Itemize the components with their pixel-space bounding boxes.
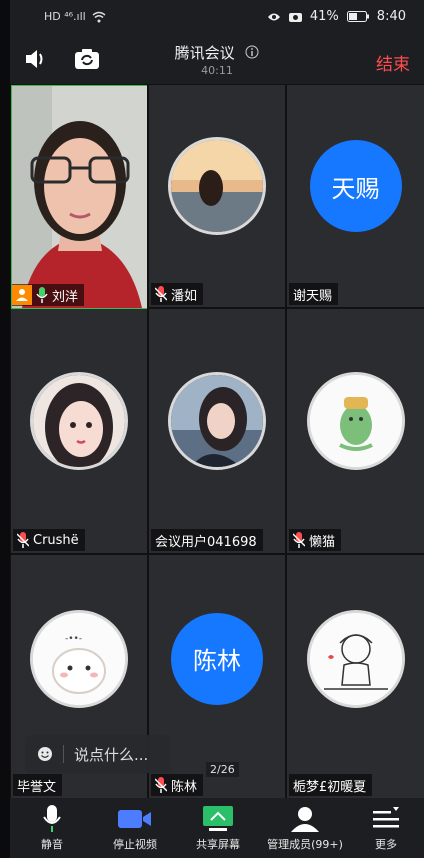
participant-name-tag: 懒猫 <box>289 529 342 551</box>
status-bar: HD ⁴⁶.ıll 41% 8:40 <box>10 0 424 36</box>
participant-name-tag: Crushë <box>13 529 85 551</box>
participant-name: 栀梦£初暖夏 <box>293 779 367 795</box>
participant-name: 潘如 <box>171 288 198 304</box>
clock: 8:40 <box>376 9 406 24</box>
grid-divider <box>285 84 287 798</box>
page-indicator: 2/26 <box>206 762 239 777</box>
participant-tile[interactable]: 天赐 谢天赐 <box>287 85 424 307</box>
meeting-screen: HD ⁴⁶.ıll 41% 8:40 腾讯会议 40:11 结束 刘洋 潘如 天… <box>10 0 424 858</box>
participant-name: Crushë <box>33 532 79 548</box>
participant-tile[interactable]: 会议用户041698 <box>149 309 285 553</box>
end-meeting-button[interactable]: 结束 <box>376 50 410 75</box>
mute-label: 静音 <box>41 838 63 851</box>
camera-status-icon <box>288 13 302 22</box>
participant-name: 刘洋 <box>52 289 79 305</box>
meeting-toolbar: 静音 停止视频 共享屏幕 管理成员(99+) 更多 <box>10 798 424 858</box>
mic-muted-icon <box>155 777 167 793</box>
participant-name-tag: 刘洋 <box>12 284 85 306</box>
more-button[interactable]: 更多 <box>368 804 404 852</box>
meeting-title: 腾讯会议 <box>174 44 235 62</box>
signal-indicator: HD ⁴⁶.ıll <box>44 10 86 23</box>
grid-divider <box>147 84 149 798</box>
participant-tile[interactable]: 懒猫 <box>287 309 424 553</box>
participant-name: 谢天赐 <box>293 288 333 304</box>
participant-initials-avatar: 天赐 <box>309 140 402 232</box>
chat-input[interactable]: 说点什么... <box>25 735 170 773</box>
share-screen-button[interactable]: 共享屏幕 <box>194 804 242 852</box>
participant-tile[interactable]: Crushë <box>11 309 147 553</box>
participant-avatar <box>30 372 128 470</box>
more-label: 更多 <box>375 838 397 851</box>
manage-members-button[interactable]: 管理成员(99+) <box>263 804 347 852</box>
manage-members-label: 管理成员(99+) <box>267 838 343 851</box>
host-badge-icon <box>12 285 32 305</box>
participant-name-tag: 毕誉文 <box>13 774 63 796</box>
system-status: 41% 8:40 <box>267 9 406 24</box>
participant-name-tag: 潘如 <box>151 283 204 305</box>
participant-name-tag: 栀梦£初暖夏 <box>289 774 373 796</box>
share-screen-icon <box>203 806 233 831</box>
video-camera-icon <box>118 810 151 828</box>
participant-tile[interactable]: 潘如 <box>149 85 285 307</box>
chat-divider <box>63 745 64 763</box>
participant-tile-video[interactable]: 刘洋 <box>11 85 149 309</box>
participant-initials-avatar: 陈林 <box>171 612 263 705</box>
info-icon[interactable] <box>245 45 259 59</box>
share-screen-label: 共享屏幕 <box>196 838 240 851</box>
meeting-header: 腾讯会议 40:11 结束 <box>10 36 424 84</box>
participant-name-tag: 谢天赐 <box>289 283 339 305</box>
meeting-duration: 40:11 <box>201 64 233 77</box>
mic-muted-icon <box>17 532 29 548</box>
mic-on-icon <box>36 287 48 303</box>
participant-tile[interactable]: 栀梦£初暖夏 <box>287 555 424 798</box>
stop-video-label: 停止视频 <box>113 838 157 851</box>
svg-text:-••-: -••- <box>65 634 82 644</box>
participant-name-tag: 会议用户041698 <box>151 529 263 551</box>
battery-icon <box>346 11 369 22</box>
participant-name: 陈林 <box>171 779 198 795</box>
participant-avatar <box>168 372 266 470</box>
mic-muted-icon <box>293 532 305 548</box>
participant-name: 毕誉文 <box>17 779 57 795</box>
members-icon <box>291 807 319 832</box>
mute-button[interactable]: 静音 <box>34 804 70 852</box>
eye-icon <box>267 13 280 20</box>
avatar-initials: 天赐 <box>331 174 380 203</box>
participant-grid: 刘洋 潘如 天赐 谢天赐 Crushë 会议用户041698 懒猫 -••- 毕… <box>10 84 424 798</box>
participant-name: 懒猫 <box>309 534 336 550</box>
microphone-icon <box>43 805 61 832</box>
participant-video <box>12 86 148 308</box>
wifi-icon <box>92 11 106 22</box>
participant-name: 会议用户041698 <box>155 534 257 550</box>
participant-avatar <box>168 137 266 235</box>
battery-percent: 41% <box>309 9 339 24</box>
participant-avatar <box>306 609 405 708</box>
mic-muted-icon <box>155 286 167 302</box>
avatar-initials: 陈林 <box>193 647 241 675</box>
participant-avatar <box>306 372 405 470</box>
participant-avatar: -••- <box>30 609 128 708</box>
network-status: HD ⁴⁶.ıll <box>44 10 106 23</box>
stop-video-button[interactable]: 停止视频 <box>110 804 160 852</box>
meeting-title-row[interactable]: 腾讯会议 <box>10 42 424 63</box>
more-menu-icon <box>373 807 399 828</box>
participant-name-tag: 陈林 <box>151 774 204 796</box>
chat-placeholder: 说点什么... <box>74 745 149 764</box>
emoji-icon[interactable] <box>37 746 53 762</box>
